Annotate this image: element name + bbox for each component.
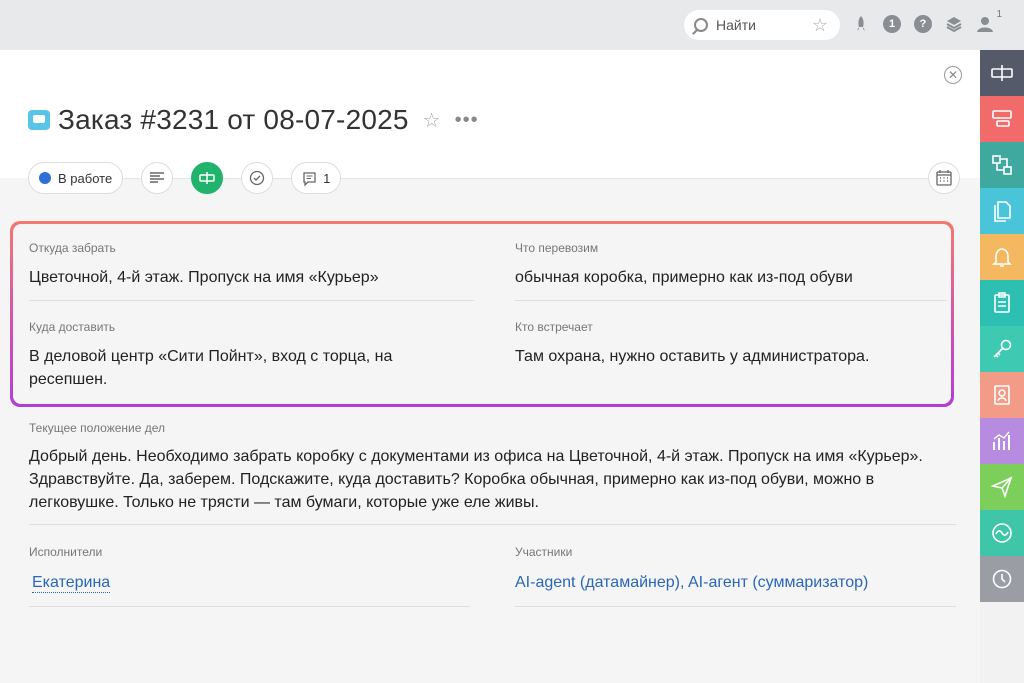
notification-count: 1	[996, 9, 1002, 20]
rail-send-icon[interactable]	[980, 464, 1024, 510]
status-button[interactable]: В работе	[28, 162, 124, 194]
more-icon[interactable]: •••	[455, 109, 479, 132]
form-fields-icon	[199, 172, 215, 184]
star-icon[interactable]: ☆	[423, 108, 441, 133]
profile-icon[interactable]: 1	[974, 9, 1002, 35]
cargo-value[interactable]: обычная коробка, примерно как из-под обу…	[515, 266, 945, 289]
rail-wave-icon[interactable]	[980, 510, 1024, 556]
rail-contact-icon[interactable]	[980, 372, 1024, 418]
chat-icon	[28, 110, 50, 130]
comments-button[interactable]: 1	[291, 162, 342, 194]
status-section-text[interactable]: Добрый день. Необходимо забрать коробку …	[29, 445, 959, 514]
delivery-value[interactable]: В деловой центр «Сити Пойнт», вход с тор…	[29, 345, 419, 391]
check-circle-icon	[250, 170, 265, 186]
participant-link[interactable]: AI-агент (суммаризатор)	[688, 574, 868, 591]
cargo-field: Что перевозим обычная коробка, примерно …	[515, 241, 945, 289]
one-c-icon[interactable]: 1	[881, 13, 903, 35]
pickup-label: Откуда забрать	[29, 241, 116, 255]
delivery-field: Куда доставить В деловой центр «Сити Пой…	[29, 320, 429, 391]
status-section-label: Текущее положение дел	[29, 421, 166, 435]
fields-button[interactable]	[191, 162, 224, 194]
comments-count: 1	[323, 170, 331, 186]
rail-key-icon[interactable]	[980, 326, 1024, 372]
executors-label: Исполнители	[29, 545, 103, 559]
calendar-button[interactable]	[928, 162, 960, 194]
right-sidebar	[980, 50, 1024, 683]
participants-list: AI-agent (датамайнер), AI-агент (суммари…	[515, 574, 868, 592]
rail-clipboard-icon[interactable]	[980, 280, 1024, 326]
checklist-button[interactable]	[241, 162, 274, 194]
participant-link[interactable]: AI-agent (датамайнер)	[515, 574, 680, 591]
search-icon	[694, 18, 708, 32]
field-divider	[515, 300, 947, 301]
calendar-icon	[936, 170, 952, 186]
pickup-field: Откуда забрать Цветочной, 4-й этаж. Проп…	[29, 241, 479, 289]
rail-analytics-icon[interactable]	[980, 418, 1024, 464]
close-icon[interactable]: ✕	[944, 66, 962, 84]
rail-process-icon[interactable]	[980, 142, 1024, 188]
page-title: Заказ #3231 от 08-07-2025	[58, 104, 409, 135]
rail-documents-icon[interactable]	[980, 188, 1024, 234]
section-divider	[29, 524, 956, 525]
title-row: Заказ #3231 от 08-07-2025 ☆ •••	[28, 104, 479, 136]
receiver-label: Кто встречает	[515, 320, 593, 334]
status-dot	[39, 172, 51, 184]
field-divider	[29, 606, 470, 607]
executor-link[interactable]: Екатерина	[32, 574, 111, 593]
status-label: В работе	[58, 170, 113, 186]
pickup-value[interactable]: Цветочной, 4-й этаж. Пропуск на имя «Кур…	[29, 266, 479, 289]
comment-icon	[303, 171, 316, 186]
rocket-icon[interactable]	[850, 13, 872, 35]
layers-icon[interactable]	[943, 13, 965, 35]
receiver-field: Кто встречает Там охрана, нужно оставить…	[515, 320, 945, 368]
rail-forms-icon[interactable]	[980, 96, 1024, 142]
rail-fields-icon[interactable]	[980, 50, 1024, 96]
description-button[interactable]	[141, 162, 174, 194]
field-divider	[515, 606, 956, 607]
text-lines-icon	[150, 172, 165, 183]
field-divider	[29, 300, 474, 301]
search-input[interactable]: Найти	[716, 17, 812, 33]
favorite-star-icon[interactable]: ☆	[812, 15, 828, 36]
cargo-label: Что перевозим	[515, 241, 599, 255]
participants-label: Участники	[515, 545, 573, 559]
search-box[interactable]: Найти ☆	[684, 10, 840, 40]
rail-bell-icon[interactable]	[980, 234, 1024, 280]
help-icon[interactable]: ?	[912, 13, 934, 35]
highlighted-fields-card: Откуда забрать Цветочной, 4-й этаж. Проп…	[10, 221, 954, 407]
top-bar: Найти ☆ 1 ? 1	[0, 0, 1024, 50]
rail-history-icon[interactable]	[980, 556, 1024, 602]
participant-separator: ,	[679, 574, 688, 591]
task-toolbar: В работе 1	[28, 162, 342, 194]
receiver-value[interactable]: Там охрана, нужно оставить у администрат…	[515, 345, 945, 368]
delivery-label: Куда доставить	[29, 320, 116, 334]
